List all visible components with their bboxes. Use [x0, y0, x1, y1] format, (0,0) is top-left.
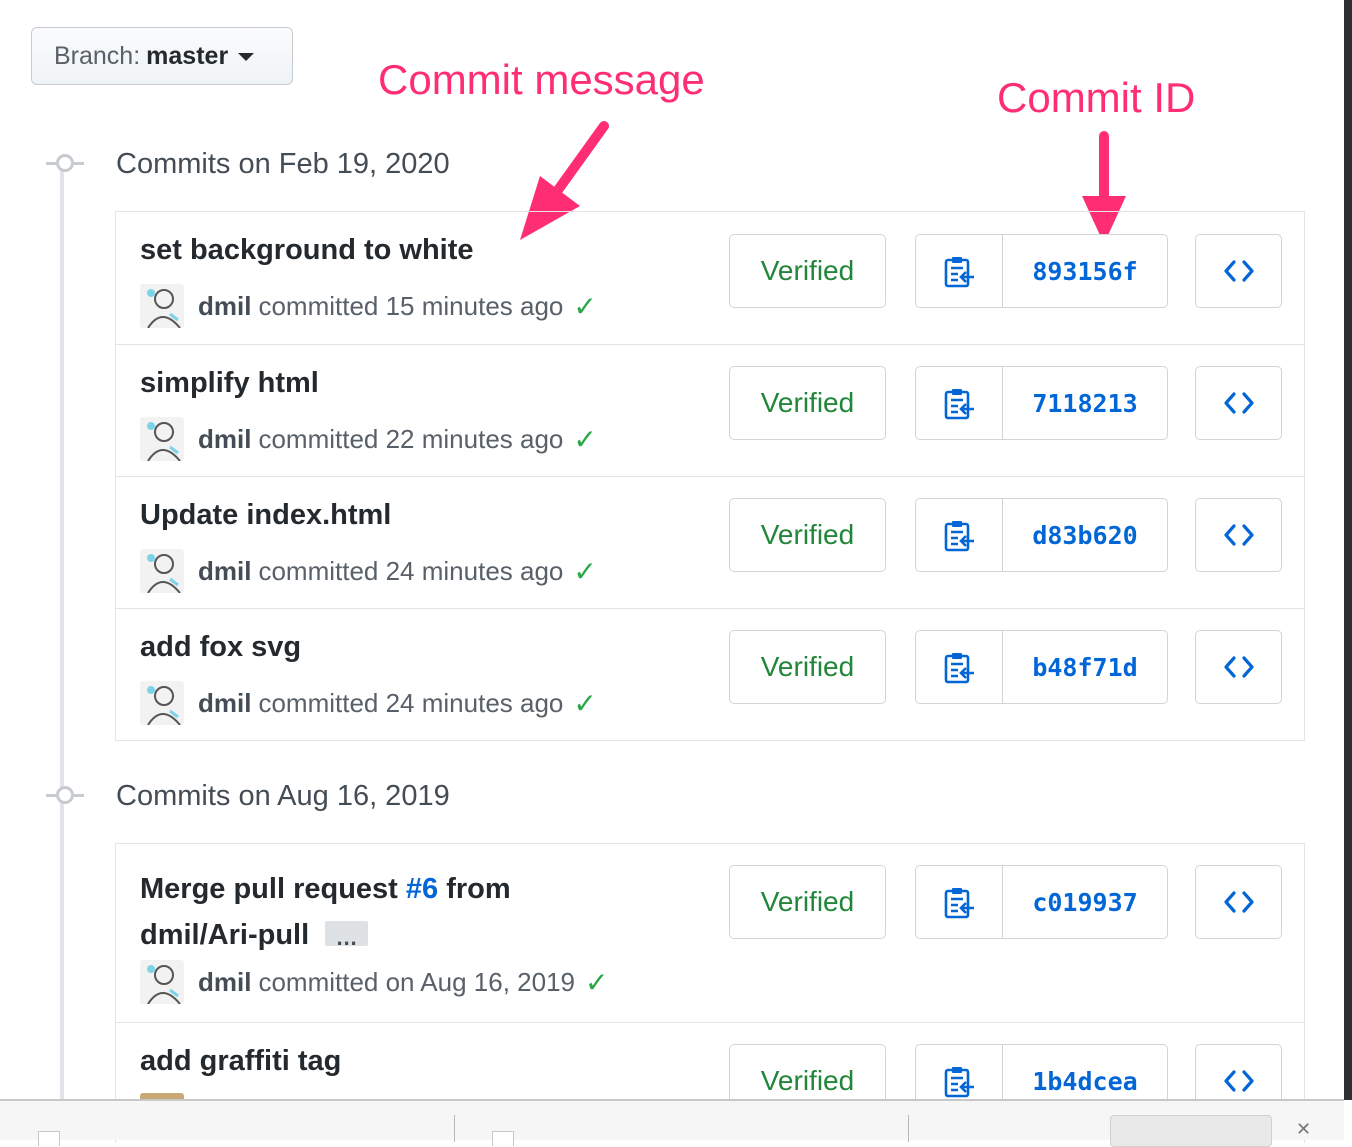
verified-badge[interactable]: Verified: [729, 234, 886, 308]
commit-meta: dmil committed 15 minutes ago ✓: [140, 284, 597, 328]
commit-message-link[interactable]: Update index.html: [140, 499, 391, 532]
downloads-divider: [908, 1115, 909, 1142]
timeline-line: [60, 160, 64, 1100]
file-icon: [38, 1131, 60, 1146]
commit-message-link[interactable]: simplify html: [140, 367, 319, 400]
clipboard-copy-icon: [944, 257, 974, 288]
pull-request-link[interactable]: #6: [406, 873, 438, 905]
browse-repo-button[interactable]: [1195, 366, 1282, 440]
commit-sha-link[interactable]: c019937: [1003, 866, 1167, 938]
copy-sha-button[interactable]: [916, 235, 1003, 307]
commit-author[interactable]: dmil: [198, 967, 251, 998]
commit-message-link[interactable]: Merge pull request: [140, 873, 398, 905]
commit-list: set background to white dmil committed 1…: [115, 211, 1305, 741]
avatar[interactable]: [140, 681, 184, 725]
clipboard-copy-icon: [944, 521, 974, 552]
verified-badge[interactable]: Verified: [729, 630, 886, 704]
sha-button-group: c019937: [915, 865, 1168, 939]
copy-sha-button[interactable]: [916, 499, 1003, 571]
browse-repo-button[interactable]: [1195, 498, 1282, 572]
commit-author[interactable]: dmil: [198, 688, 251, 719]
check-icon[interactable]: ✓: [573, 423, 596, 456]
code-brackets-icon: [1223, 524, 1254, 546]
commit-time: committed on Aug 16, 2019: [258, 966, 575, 997]
commit-message-link[interactable]: add graffiti tag: [140, 1045, 341, 1078]
avatar[interactable]: [140, 417, 184, 461]
avatar[interactable]: [140, 960, 184, 1004]
commit-author[interactable]: dmil: [198, 424, 251, 455]
timeline-node: [46, 154, 84, 172]
browse-repo-button[interactable]: [1195, 234, 1282, 308]
commit-message-link[interactable]: add fox svg: [140, 631, 301, 664]
code-brackets-icon: [1223, 392, 1254, 414]
clipboard-copy-icon: [944, 389, 974, 420]
commit-group-date: Commits on Aug 16, 2019: [116, 780, 450, 812]
commit-row: simplify html dmil committed 22 minutes …: [116, 344, 1304, 476]
commit-meta: dmil committed 22 minutes ago ✓: [140, 417, 597, 461]
commit-meta: dmil committed on Aug 16, 2019 ✓: [140, 960, 608, 1004]
commit-message: Merge pull request #6 from dmil/Ari-pull: [140, 866, 511, 961]
commit-time: committed 24 minutes ago: [258, 555, 564, 586]
code-brackets-icon: [1223, 1070, 1254, 1092]
commit-time: committed 24 minutes ago: [258, 687, 564, 718]
code-brackets-icon: [1223, 260, 1254, 282]
commit-row: add fox svg dmil committed 24 minutes ag…: [116, 608, 1304, 740]
verified-badge[interactable]: Verified: [729, 498, 886, 572]
commit-sha-link[interactable]: d83b620: [1003, 499, 1167, 571]
code-brackets-icon: [1223, 656, 1254, 678]
clipboard-copy-icon: [944, 653, 974, 684]
code-brackets-icon: [1223, 891, 1254, 913]
commit-row: set background to white dmil committed 1…: [116, 212, 1304, 344]
close-icon[interactable]: ✕: [1296, 1119, 1311, 1140]
clipboard-copy-icon: [944, 888, 974, 919]
check-icon[interactable]: ✓: [573, 687, 596, 720]
sha-button-group: 7118213: [915, 366, 1168, 440]
commit-author[interactable]: dmil: [198, 556, 251, 587]
commit-message-link[interactable]: set background to white: [140, 234, 474, 267]
commit-row: Merge pull request #6 from dmil/Ari-pull…: [116, 844, 1304, 1022]
clipboard-copy-icon: [944, 1067, 974, 1098]
commit-message-link[interactable]: from: [446, 873, 510, 905]
verified-badge[interactable]: Verified: [729, 865, 886, 939]
browse-repo-button[interactable]: [1195, 865, 1282, 939]
check-icon[interactable]: ✓: [585, 966, 608, 999]
avatar[interactable]: [140, 284, 184, 328]
check-icon[interactable]: ✓: [573, 555, 596, 588]
verified-badge[interactable]: Verified: [729, 366, 886, 440]
avatar[interactable]: [140, 549, 184, 593]
downloads-divider: [454, 1115, 455, 1142]
timeline-node: [46, 786, 84, 804]
copy-sha-button[interactable]: [916, 367, 1003, 439]
check-icon[interactable]: ✓: [573, 290, 596, 323]
commit-sha-link[interactable]: 7118213: [1003, 367, 1167, 439]
sha-button-group: b48f71d: [915, 630, 1168, 704]
commit-time: committed 22 minutes ago: [258, 423, 564, 454]
commit-row: Update index.html dmil committed 24 minu…: [116, 476, 1304, 608]
commit-meta: dmil committed 24 minutes ago ✓: [140, 549, 597, 593]
commit-list: Merge pull request #6 from dmil/Ari-pull…: [115, 843, 1305, 1143]
browse-repo-button[interactable]: [1195, 630, 1282, 704]
sha-button-group: d83b620: [915, 498, 1168, 572]
copy-sha-button[interactable]: [916, 866, 1003, 938]
commit-author[interactable]: dmil: [198, 291, 251, 322]
copy-sha-button[interactable]: [916, 631, 1003, 703]
commit-group-date: Commits on Feb 19, 2020: [116, 148, 450, 180]
file-icon: [492, 1131, 514, 1146]
commit-sha-link[interactable]: 893156f: [1003, 235, 1167, 307]
downloads-bar: ✕: [0, 1099, 1344, 1147]
commit-message-link[interactable]: dmil/Ari-pull: [140, 919, 309, 951]
commit-time: committed 15 minutes ago: [258, 290, 564, 321]
expand-message-button[interactable]: [325, 915, 369, 961]
commit-sha-link[interactable]: b48f71d: [1003, 631, 1167, 703]
sha-button-group: 893156f: [915, 234, 1168, 308]
show-all-button[interactable]: [1110, 1115, 1272, 1147]
commit-meta: dmil committed 24 minutes ago ✓: [140, 681, 597, 725]
